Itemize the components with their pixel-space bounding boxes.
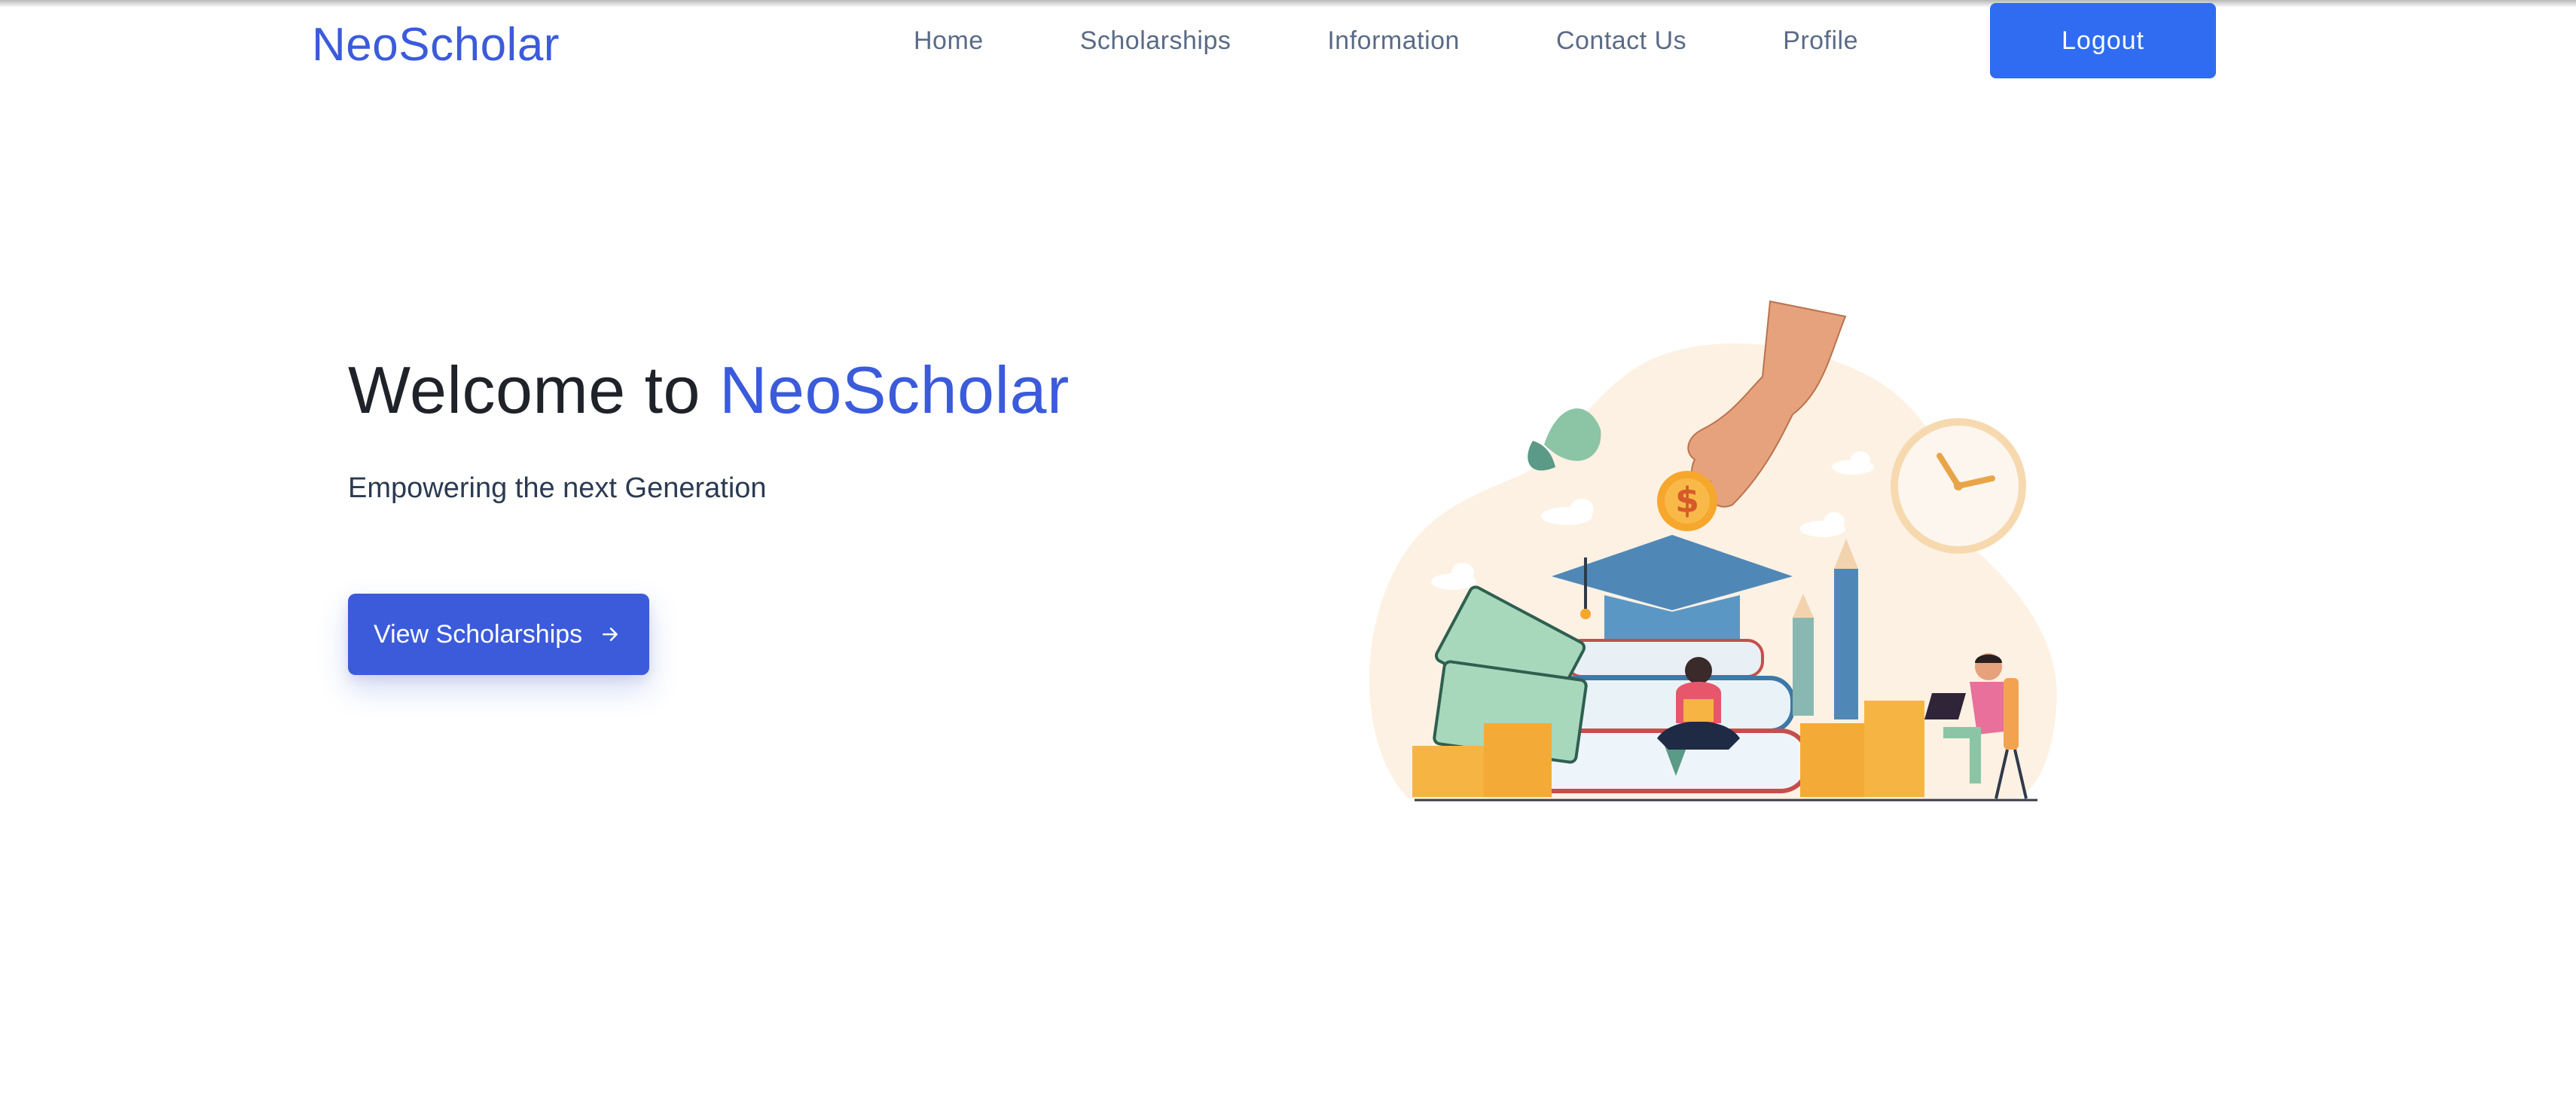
hero-subtitle: Empowering the next Generation <box>348 472 767 504</box>
page: NeoScholar Home Scholarships Information… <box>0 0 2576 1118</box>
hero-title-highlight: NeoScholar <box>719 353 1070 427</box>
nav-profile[interactable]: Profile <box>1783 26 1858 56</box>
nav-home[interactable]: Home <box>914 26 984 56</box>
nav-contact-us[interactable]: Contact Us <box>1556 26 1686 56</box>
main-nav: Home Scholarships Information Contact Us… <box>914 12 1858 69</box>
nav-information[interactable]: Information <box>1327 26 1460 56</box>
logout-button[interactable]: Logout <box>1990 3 2216 78</box>
view-scholarships-label: View Scholarships <box>374 619 583 649</box>
svg-text:$: $ <box>1675 480 1699 521</box>
view-scholarships-button[interactable]: View Scholarships <box>348 594 649 675</box>
dollar-coin-icon: $ <box>1657 471 1717 531</box>
nav-scholarships[interactable]: Scholarships <box>1080 26 1232 56</box>
hero-title-prefix: Welcome to <box>348 353 700 427</box>
clock-icon <box>1891 418 2026 554</box>
brand-logo[interactable]: NeoScholar <box>312 18 560 72</box>
hero-title: Welcome to NeoScholar <box>348 345 1070 435</box>
scholarship-illustration: $ <box>1369 300 2057 802</box>
arrow-right-icon <box>603 628 618 641</box>
